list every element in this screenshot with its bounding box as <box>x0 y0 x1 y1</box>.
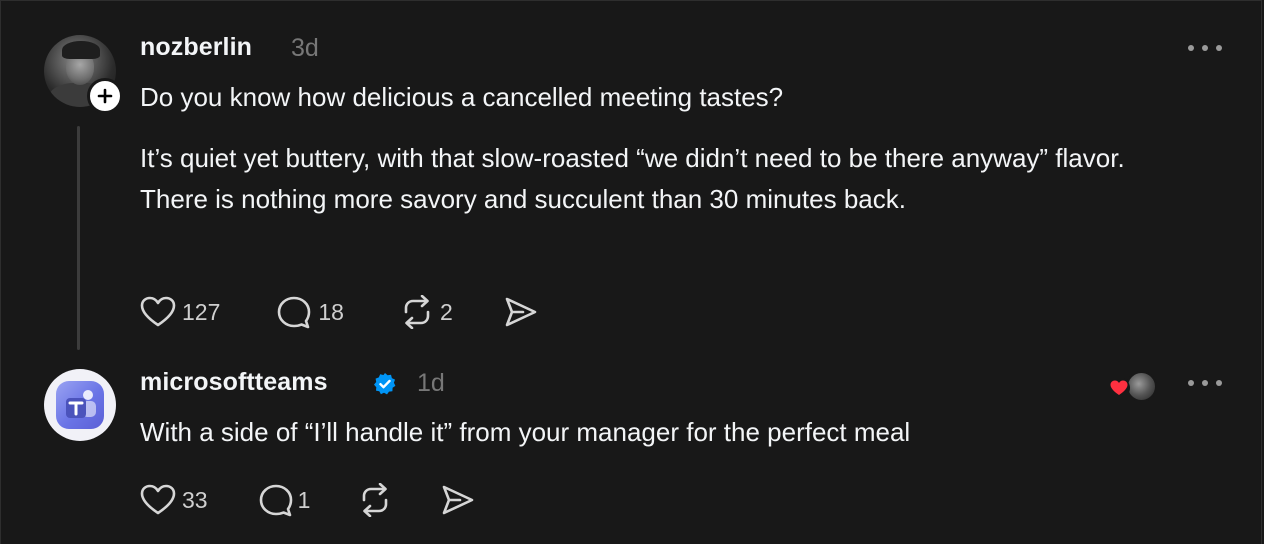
user-avatar[interactable] <box>44 369 116 441</box>
share-button[interactable] <box>440 483 476 517</box>
repost-icon <box>404 295 430 329</box>
heart-icon <box>140 484 176 515</box>
thread-connector-line <box>77 126 80 350</box>
post-timestamp[interactable]: 3d <box>291 34 319 63</box>
heart-icon <box>140 296 176 327</box>
microsoft-teams-logo <box>56 381 104 429</box>
like-button[interactable]: 33 <box>140 484 208 516</box>
comment-icon <box>259 484 292 517</box>
share-button[interactable] <box>503 295 539 329</box>
like-count: 127 <box>182 298 221 325</box>
username[interactable]: microsoftteams <box>140 368 328 397</box>
like-count: 33 <box>182 486 208 513</box>
liked-by-indicator[interactable] <box>1108 371 1157 402</box>
reply-count: 1 <box>297 486 311 513</box>
repost-count: 2 <box>439 298 453 325</box>
post-body: With a side of “I’ll handle it” from you… <box>140 417 911 447</box>
plus-icon <box>97 88 113 104</box>
post-actions: 127 18 2 <box>140 292 539 332</box>
repost-button[interactable] <box>356 483 394 517</box>
ellipsis-icon <box>1188 45 1222 51</box>
send-icon <box>505 297 537 327</box>
repost-button[interactable]: 2 <box>398 295 453 329</box>
verified-badge-icon <box>374 373 396 395</box>
reply-count: 18 <box>318 298 344 325</box>
repost-icon <box>363 483 388 517</box>
post-actions: 33 1 <box>140 480 476 520</box>
reply-button[interactable]: 18 <box>276 294 344 330</box>
ellipsis-icon <box>1188 380 1222 386</box>
heart-reaction-icon <box>1108 377 1130 399</box>
more-options-button[interactable] <box>1185 38 1225 58</box>
post-headline: Do you know how delicious a cancelled me… <box>140 82 784 112</box>
reply-button[interactable]: 1 <box>258 482 311 518</box>
post-body: It’s quiet yet buttery, with that slow-r… <box>140 143 1125 214</box>
follow-button[interactable] <box>87 78 123 114</box>
post-timestamp[interactable]: 1d <box>417 369 445 398</box>
more-options-button[interactable] <box>1185 373 1225 393</box>
teams-glyph <box>66 390 96 418</box>
avatar-cap <box>62 41 100 59</box>
like-button[interactable]: 127 <box>140 296 220 328</box>
comment-icon <box>278 296 311 329</box>
username[interactable]: nozberlin <box>140 33 252 62</box>
reactor-avatar <box>1126 371 1157 402</box>
send-icon <box>443 485 474 515</box>
